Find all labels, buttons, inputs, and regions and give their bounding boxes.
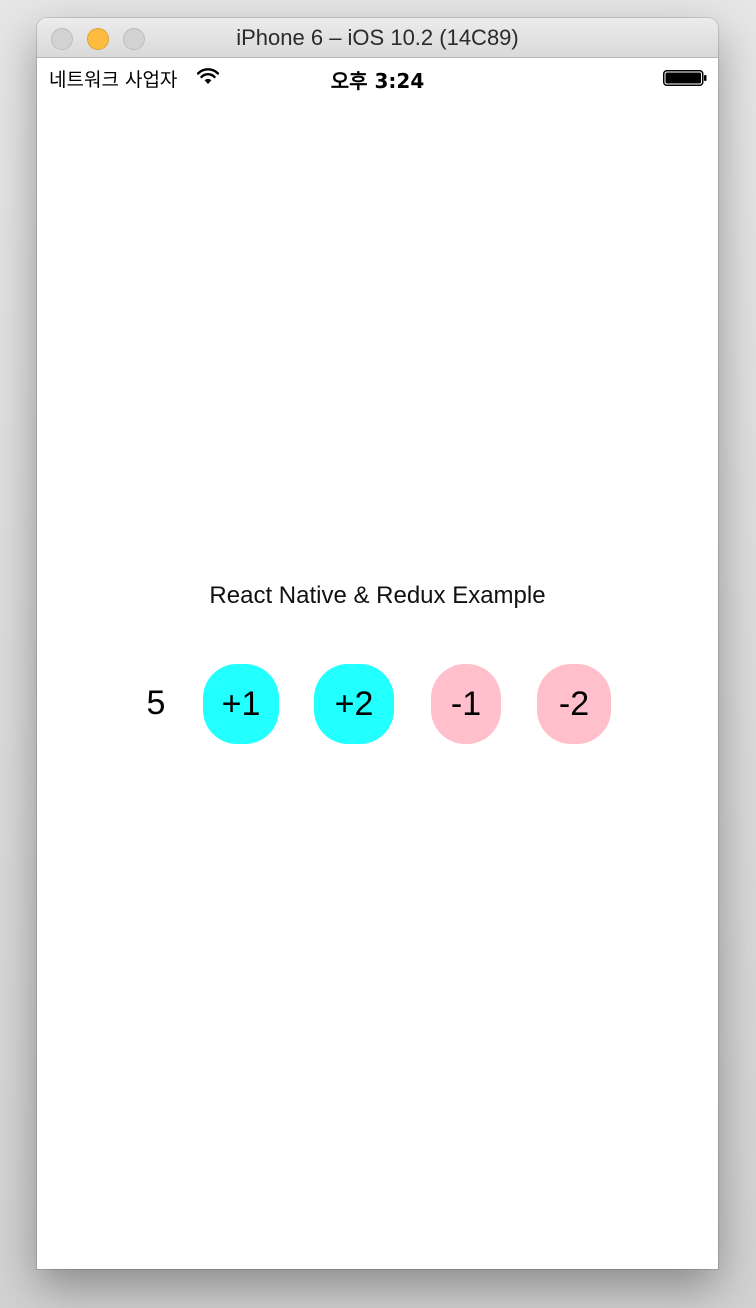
battery-full-icon: [663, 70, 707, 86]
app-title: React Native & Redux Example: [209, 582, 546, 609]
device-screen: 네트워크 사업자 오후 3:24 React Native & Redux Ex…: [37, 58, 718, 1269]
status-bar: 네트워크 사업자 오후 3:24: [37, 58, 718, 98]
increment-2-button[interactable]: +2: [314, 664, 394, 744]
window-titlebar[interactable]: iPhone 6 – iOS 10.2 (14C89): [37, 18, 718, 58]
counter-value: 5: [146, 684, 166, 722]
increment-1-button[interactable]: +1: [203, 664, 279, 744]
decrement-2-label: -2: [558, 684, 590, 723]
decrement-1-label: -1: [450, 684, 482, 723]
window-title: iPhone 6 – iOS 10.2 (14C89): [236, 25, 519, 50]
decrement-2-button[interactable]: -2: [537, 664, 611, 744]
increment-1-label: +1: [221, 684, 261, 723]
increment-2-label: +2: [334, 684, 374, 723]
desktop-background: iPhone 6 – iOS 10.2 (14C89) 네트워크 사업자 오후 …: [0, 0, 756, 1308]
decrement-1-button[interactable]: -1: [431, 664, 501, 744]
status-clock: 오후 3:24: [330, 69, 425, 93]
simulator-window: iPhone 6 – iOS 10.2 (14C89) 네트워크 사업자 오후 …: [37, 18, 718, 1269]
